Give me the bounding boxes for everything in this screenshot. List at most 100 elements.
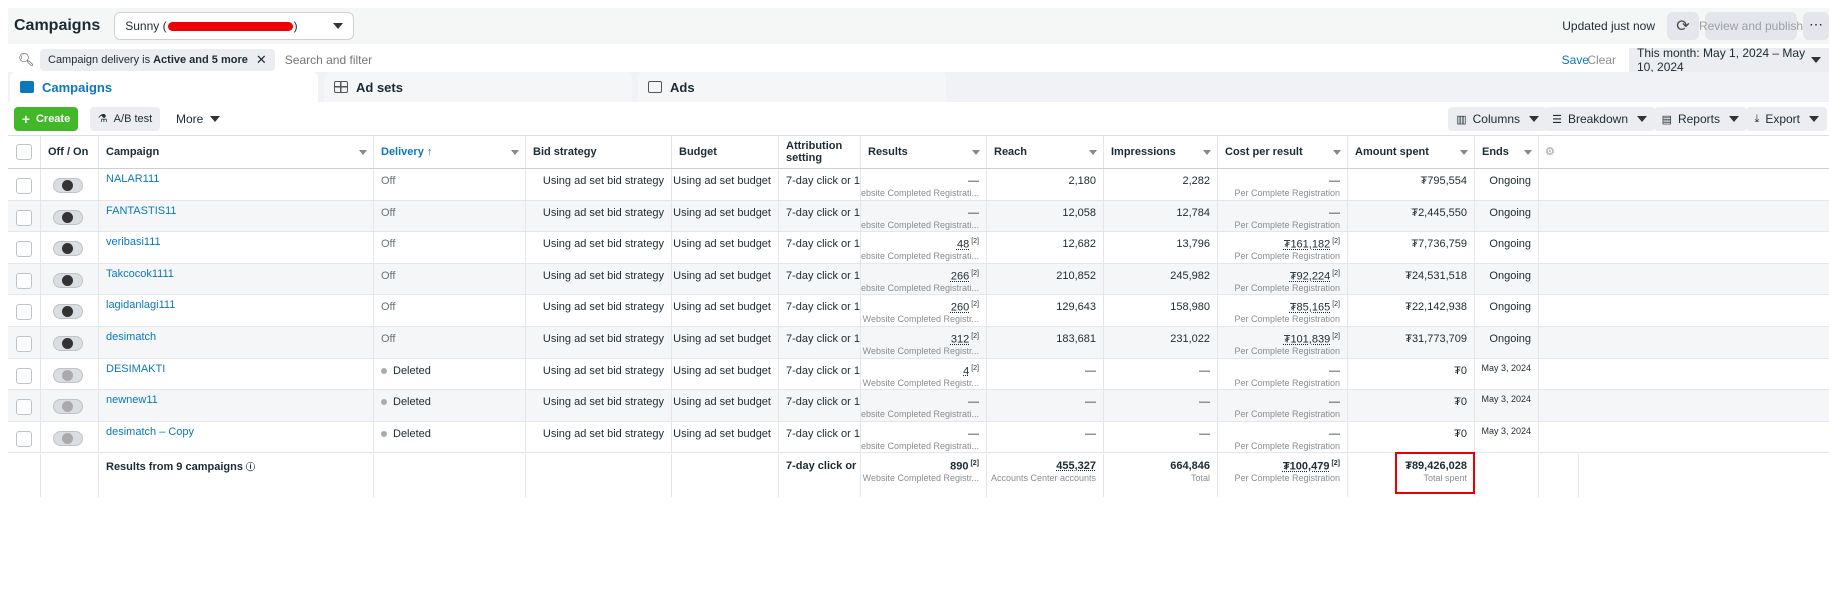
campaign-toggle[interactable] xyxy=(53,336,83,351)
reach-value: 183,681 xyxy=(1056,333,1096,345)
tab-ad-sets[interactable]: Ad sets xyxy=(324,72,632,102)
campaign-name-link[interactable]: NALAR111 xyxy=(106,173,159,185)
header-amount-spent[interactable]: Amount spent xyxy=(1348,136,1475,168)
campaign-name-link[interactable]: desimatch – Copy xyxy=(106,426,194,438)
more-options-button[interactable]: ⋯ xyxy=(1803,12,1829,40)
cpr-value: — xyxy=(1329,396,1340,409)
row-checkbox[interactable] xyxy=(16,367,32,384)
header-campaign[interactable]: Campaign xyxy=(99,136,374,168)
info-icon[interactable]: ⓘ xyxy=(246,462,255,472)
columns-button[interactable]: ▥ Columns xyxy=(1448,107,1547,131)
close-icon[interactable]: ✕ xyxy=(256,52,267,68)
bid-cell: Using ad set bid strategy xyxy=(526,358,672,390)
cpr-sub: Per Complete Registration xyxy=(1234,314,1340,325)
page-title: Campaigns xyxy=(14,17,101,34)
create-button[interactable]: + Create xyxy=(14,106,78,131)
table-row[interactable]: NALAR111 Off Using ad set bid strategy Usin… xyxy=(8,169,1829,201)
summary-cpr: ₮100,479 [2] xyxy=(1283,460,1340,473)
campaign-toggle[interactable] xyxy=(53,209,83,225)
campaign-toggle[interactable] xyxy=(53,367,83,383)
campaign-toggle[interactable] xyxy=(53,399,83,415)
bid-cell: Using ad set bid strategy xyxy=(526,421,672,453)
review-publish-button[interactable]: Review and publish xyxy=(1699,12,1803,40)
campaign-name-link[interactable]: newnew11 xyxy=(106,394,158,406)
table-row[interactable]: veribasi111 Off Using ad set bid strategy U… xyxy=(8,232,1829,264)
row-toggle-cell xyxy=(41,421,99,453)
header-label: Cost per result xyxy=(1225,146,1303,158)
ad-icon xyxy=(648,81,662,93)
date-range-picker[interactable]: This month: May 1, 2024 – May 10, 2024 xyxy=(1629,46,1829,74)
settings-icon[interactable]: ⚙ xyxy=(1545,145,1555,158)
bid-strategy-value: Using ad set bid strategy xyxy=(542,396,664,409)
campaign-name-link[interactable]: veribasi111 xyxy=(106,236,161,248)
ab-test-button[interactable]: ⚗ A/B test xyxy=(90,106,160,131)
table-row[interactable]: DESIMAKTI Deleted Using ad set bid strateg… xyxy=(8,358,1829,391)
create-label: Create xyxy=(35,112,71,125)
header-cost-per-result[interactable]: Cost per result xyxy=(1218,136,1348,168)
table-row[interactable]: desimatch Off Using ad set bid strategy Usi… xyxy=(8,327,1829,359)
header-delivery[interactable]: Delivery ↑ xyxy=(374,136,526,168)
cpr-sub: Per Complete Registration xyxy=(1234,251,1340,262)
ends-value: Ongoing xyxy=(1489,175,1531,187)
table-row[interactable]: Takcocok1111 Off Using ad set bid strategy… xyxy=(8,263,1829,296)
impressions-cell: — xyxy=(1104,390,1218,421)
breakdown-button[interactable]: ☰ Breakdown xyxy=(1544,107,1655,131)
summary-results-sub: Website Completed Registr... xyxy=(862,473,979,483)
row-checkbox[interactable] xyxy=(16,209,32,226)
select-all-checkbox[interactable] xyxy=(16,144,32,160)
header-attribution[interactable]: Attribution setting xyxy=(779,136,861,168)
campaign-name-link[interactable]: lagidanlagi111 xyxy=(106,299,175,311)
budget-cell: Using ad set budget xyxy=(672,232,779,263)
search-input[interactable] xyxy=(284,52,885,67)
campaign-cell: DESIMAKTI xyxy=(99,358,374,390)
table-row[interactable]: FANTASTIS11 Off Using ad set bid strategy U… xyxy=(8,200,1829,233)
table-row[interactable]: desimatch – Copy Deleted Using ad set bid … xyxy=(8,421,1829,454)
more-button[interactable]: More xyxy=(170,107,226,131)
campaign-name-link[interactable]: DESIMAKTI xyxy=(106,363,165,375)
row-checkbox[interactable] xyxy=(16,178,32,194)
impressions-value: — xyxy=(1199,364,1210,377)
header-impressions[interactable]: Impressions xyxy=(1104,136,1218,168)
header-ends[interactable]: Ends xyxy=(1475,136,1539,168)
account-select[interactable]: Sunny () xyxy=(114,12,355,40)
budget-value: Using ad set budget xyxy=(673,206,771,219)
row-checkbox[interactable] xyxy=(16,336,32,352)
campaign-toggle[interactable] xyxy=(53,304,83,320)
impressions-cell: — xyxy=(1104,421,1218,453)
campaign-name-link[interactable]: Takcocok1111 xyxy=(106,268,174,280)
table-row[interactable]: lagidanlagi111 Off Using ad set bid strate… xyxy=(8,295,1829,327)
delivery-cell: Deleted xyxy=(374,390,526,421)
reach-value: 210,852 xyxy=(1056,269,1096,282)
cpr-value-wrap: — xyxy=(1329,428,1340,440)
header-bid-strategy[interactable]: Bid strategy xyxy=(526,136,672,168)
header-budget[interactable]: Budget xyxy=(672,136,779,168)
row-checkbox[interactable] xyxy=(16,304,32,321)
row-checkbox[interactable] xyxy=(16,272,32,289)
row-checkbox[interactable] xyxy=(16,399,32,416)
reports-button[interactable]: ▤ Reports xyxy=(1653,107,1747,131)
chevron-down-icon xyxy=(1460,150,1468,155)
row-checkbox[interactable] xyxy=(16,241,32,258)
row-checkbox[interactable] xyxy=(16,430,32,447)
campaign-toggle[interactable] xyxy=(53,430,83,446)
campaign-name-link[interactable]: desimatch xyxy=(106,331,156,343)
campaign-toggle[interactable] xyxy=(53,241,83,257)
attribution-value: 7-day click or 1... xyxy=(786,364,861,377)
campaign-name-link[interactable]: FANTASTIS11 xyxy=(106,205,177,217)
tab-ads[interactable]: Ads xyxy=(638,72,946,102)
delivery-filter-chip[interactable]: Campaign delivery is Active and 5 more ✕ xyxy=(40,48,275,71)
delivery-value: Deleted xyxy=(393,396,431,409)
refresh-button[interactable]: ⟳ xyxy=(1667,12,1699,40)
export-button[interactable]: ⤓ Export xyxy=(1746,107,1827,131)
clear-filter-link[interactable]: Clear xyxy=(1587,53,1616,67)
campaign-toggle[interactable] xyxy=(53,272,83,288)
budget-cell: Using ad set budget xyxy=(672,263,779,295)
tab-campaigns[interactable]: Campaigns xyxy=(10,72,318,102)
table-row[interactable]: newnew11 Deleted Using ad set bid strategy… xyxy=(8,390,1829,422)
header-reach[interactable]: Reach xyxy=(987,136,1104,168)
save-filter-link[interactable]: Save xyxy=(1562,53,1589,67)
header-results[interactable]: Results xyxy=(861,136,987,168)
redaction-mark xyxy=(167,21,293,31)
campaign-toggle[interactable] xyxy=(53,178,83,193)
chevron-down-icon xyxy=(1524,150,1532,155)
